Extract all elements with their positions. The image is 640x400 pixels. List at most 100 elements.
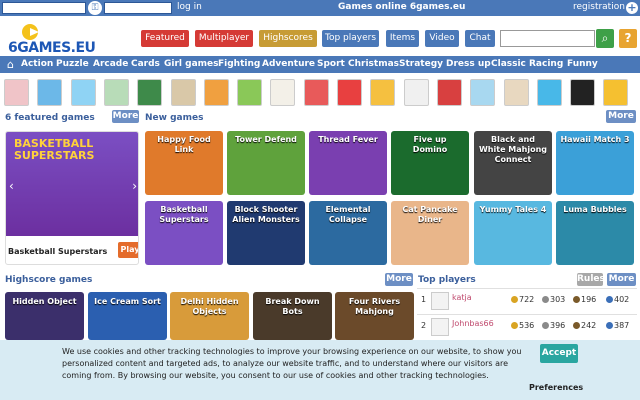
game-thumbnail-icon[interactable] [203,79,229,106]
game-title: Delhi Hidden Objects [180,297,239,316]
game-title: Four Rivers Mahjong [348,297,401,316]
nav-button-top-players[interactable]: Top players [322,30,379,47]
nav-button-video[interactable]: Video [425,30,459,47]
category-strategy[interactable]: Strategy [399,59,443,69]
new-game-tile[interactable]: Thread Fever [309,131,387,195]
highscore-game-tile[interactable]: Hidden Object [5,292,84,340]
key-icon[interactable]: ⚿ [88,1,102,15]
game-thumbnail-icon[interactable] [237,79,263,106]
highscore-game-tile[interactable]: Four Rivers Mahjong [335,292,414,340]
game-thumbnail-icon[interactable] [170,79,196,106]
game-thumbnail-icon[interactable] [536,79,562,106]
plus-icon[interactable]: + [626,2,638,14]
category-fighting[interactable]: Fighting [218,59,260,69]
game-thumbnail-icon[interactable] [70,79,96,106]
featured-game-card[interactable]: BASKETBALL SUPERSTARS ‹ › Basketball Sup… [5,131,139,265]
game-thumbnail-icon[interactable] [270,79,296,106]
game-thumbnail-icon[interactable] [337,79,362,106]
featured-more-button[interactable]: More [112,110,139,123]
stat-value: 402 [614,295,630,304]
registration-link[interactable]: registration [573,2,625,12]
nav-button-items[interactable]: Items [386,30,419,47]
nav-button-highscores[interactable]: Highscores [259,30,317,47]
medal-icon [573,296,580,303]
category-adventure[interactable]: Adventure [262,59,315,69]
category-cards[interactable]: Cards [131,59,160,69]
game-thumbnail-icon[interactable] [103,79,129,106]
game-thumbnail-icon[interactable] [470,79,496,106]
game-thumbnail-icon[interactable] [570,79,596,106]
new-game-tile[interactable]: Black and White Mahjong Connect [474,131,552,195]
category-funny[interactable]: Funny [567,59,598,69]
category-dress-up[interactable]: Dress up [446,59,491,69]
help-button[interactable]: ? [619,29,637,48]
player-name[interactable]: Johnbas66 [452,319,494,328]
new-game-tile[interactable]: Yummy Tales 4 [474,201,552,265]
category-racing[interactable]: Racing [529,59,563,69]
top-player-row[interactable]: 1 katja 722 303 196 402 [417,288,637,314]
game-thumbnail-icon[interactable] [4,79,29,106]
stat-value: 722 [519,295,535,304]
game-thumbnail-icon[interactable] [436,79,462,106]
new-game-tile[interactable]: Block Shooter Alien Monsters [227,201,305,265]
game-title: Ice Cream Sort [94,297,161,306]
cookie-preferences-link[interactable]: Preferences [529,383,583,392]
player-name[interactable]: katja [452,293,472,302]
category-action[interactable]: Action [21,59,53,69]
featured-game-image[interactable]: BASKETBALL SUPERSTARS ‹ › [6,132,138,236]
game-title: Block Shooter Alien Monsters [232,205,300,224]
game-thumbnail-icon[interactable] [403,79,429,106]
medal-icon [573,322,580,329]
search-input[interactable] [500,30,595,47]
top-player-row[interactable]: 2 Johnbas66 536 396 242 387 [417,314,637,340]
game-thumbnail-icon[interactable] [303,79,329,106]
password-input[interactable] [104,2,172,14]
new-game-tile[interactable]: Cat Pancake Diner [391,201,469,265]
category-arcade[interactable]: Arcade [93,59,128,69]
new-games-more-button[interactable]: More [606,110,636,123]
new-game-tile[interactable]: Luma Bubbles [556,201,634,265]
play-button[interactable]: Play [118,242,138,258]
new-game-tile[interactable]: Hawaii Match 3 [556,131,634,195]
avatar[interactable] [431,318,449,336]
site-logo[interactable]: 6GAMES.EU [8,22,96,56]
game-thumbnail-icon[interactable] [37,79,63,106]
new-game-tile[interactable]: Happy Food Link [145,131,223,195]
username-input[interactable] [2,2,86,14]
rules-button[interactable]: Rules [577,273,605,286]
nav-button-featured[interactable]: Featured [141,30,189,47]
highscore-game-tile[interactable]: Ice Cream Sort [88,292,167,340]
highscore-game-tile[interactable]: Delhi Hidden Objects [170,292,249,340]
top-players-more-button[interactable]: More [607,273,636,286]
medal-icon [542,296,549,303]
category-sport[interactable]: Sport [317,59,345,69]
featured-game-name[interactable]: Basketball Superstars [8,247,107,256]
player-stat: 396 [542,321,565,330]
new-game-tile[interactable]: Five up Domino [391,131,469,195]
new-game-tile[interactable]: Basketball Superstars [145,201,223,265]
login-link[interactable]: log in [177,2,202,12]
avatar[interactable] [431,292,449,310]
game-thumbnail-icon[interactable] [503,79,529,106]
prev-arrow-icon[interactable]: ‹ [9,179,14,193]
game-thumbnail-icon[interactable] [370,79,396,106]
new-game-tile[interactable]: Tower Defend [227,131,305,195]
highscore-more-button[interactable]: More [385,273,413,286]
search-icon[interactable]: ⌕ [596,29,614,48]
game-thumbnail-icon[interactable] [137,79,163,106]
nav-button-chat[interactable]: Chat [465,30,495,47]
player-stat: 242 [573,321,596,330]
new-game-tile[interactable]: Elemental Collapse [309,201,387,265]
category-classic[interactable]: Classic [491,59,526,69]
category-girl-games[interactable]: Girl games [164,59,218,69]
next-arrow-icon[interactable]: › [132,179,137,193]
game-title: Basketball Superstars [159,205,209,224]
highscore-game-tile[interactable]: Break Down Bots [253,292,332,340]
accept-cookies-button[interactable]: Accept [540,344,578,363]
nav-button-multiplayer[interactable]: Multiplayer [195,30,253,47]
category-christmas[interactable]: Christmas [348,59,399,69]
player-stat: 387 [606,321,629,330]
category-puzzle[interactable]: Puzzle [56,59,89,69]
game-thumbnail-icon[interactable] [603,79,629,106]
home-icon[interactable]: ⌂ [4,58,17,71]
